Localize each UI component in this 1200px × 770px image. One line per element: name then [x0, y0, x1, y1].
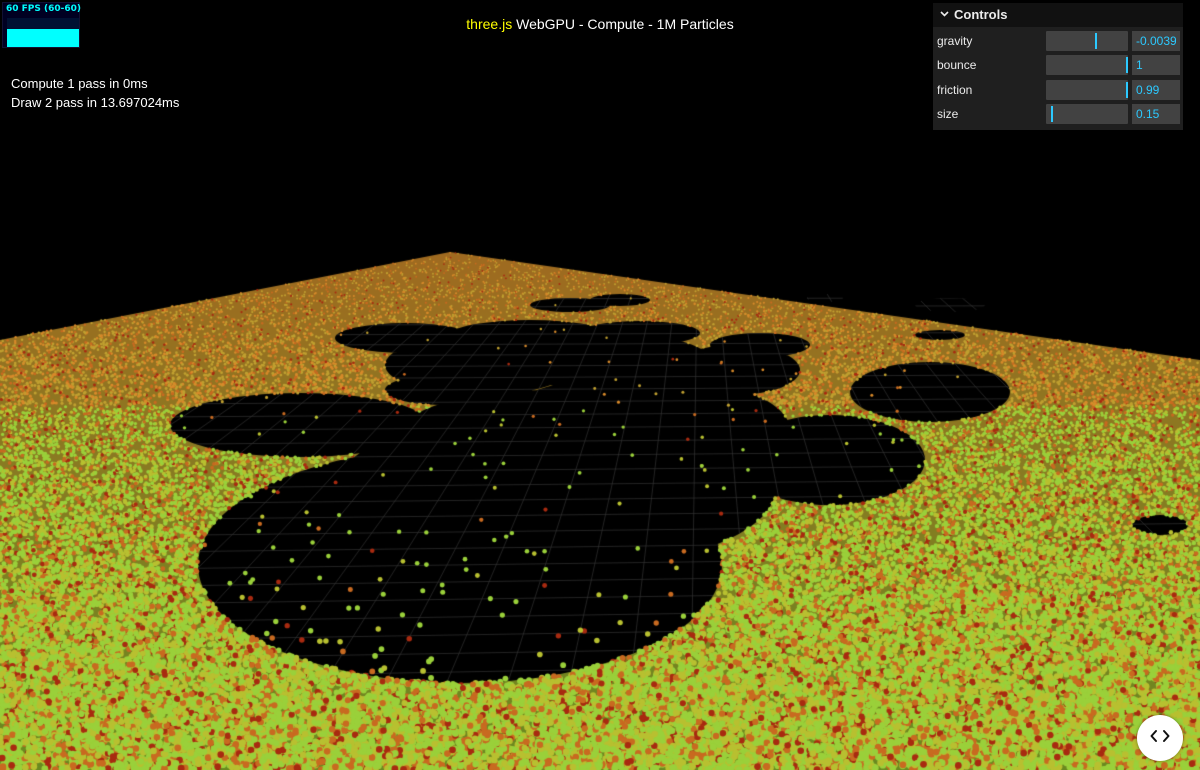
- controls-title: Controls: [954, 7, 1008, 22]
- compute-info: Compute 1 pass in 0ms: [11, 76, 148, 91]
- chevron-down-icon: [937, 3, 951, 27]
- bounce-label: bounce: [937, 58, 977, 73]
- size-input[interactable]: [1132, 104, 1180, 125]
- controls-panel: Controls gravity bounce friction size: [933, 3, 1183, 131]
- view-source-button[interactable]: [1137, 715, 1183, 761]
- gravity-label: gravity: [937, 33, 973, 48]
- viewport[interactable]: 60 FPS (60-60) three.js WebGPU - Compute…: [0, 0, 1200, 770]
- gravity-slider-knob[interactable]: [1095, 32, 1098, 49]
- code-brackets-icon: [1150, 729, 1170, 748]
- friction-input[interactable]: [1132, 79, 1180, 100]
- friction-label: friction: [937, 82, 973, 97]
- threejs-link[interactable]: three.js: [466, 16, 512, 32]
- controls-header[interactable]: Controls: [933, 3, 1183, 27]
- title-text: WebGPU - Compute - 1M Particles: [512, 16, 734, 32]
- size-slider[interactable]: [1046, 104, 1128, 125]
- friction-slider-knob[interactable]: [1126, 81, 1128, 98]
- bounce-slider[interactable]: [1046, 55, 1128, 76]
- size-slider-knob[interactable]: [1050, 106, 1053, 123]
- size-label: size: [937, 107, 959, 122]
- control-row-friction: friction: [933, 78, 1183, 102]
- bounce-input[interactable]: [1132, 55, 1180, 76]
- gravity-input[interactable]: [1132, 30, 1180, 51]
- bounce-slider-knob[interactable]: [1126, 57, 1128, 74]
- render-info: Compute 1 pass in 0ms Draw 2 pass in 13.…: [11, 74, 179, 112]
- fps-readout: 60 FPS (60-60): [6, 4, 82, 14]
- control-row-size: size: [933, 102, 1183, 126]
- control-row-bounce: bounce: [933, 53, 1183, 77]
- gravity-slider[interactable]: [1046, 30, 1128, 51]
- draw-info: Draw 2 pass in 13.697024ms: [11, 95, 180, 110]
- control-row-gravity: gravity: [933, 29, 1183, 53]
- friction-slider[interactable]: [1046, 79, 1128, 100]
